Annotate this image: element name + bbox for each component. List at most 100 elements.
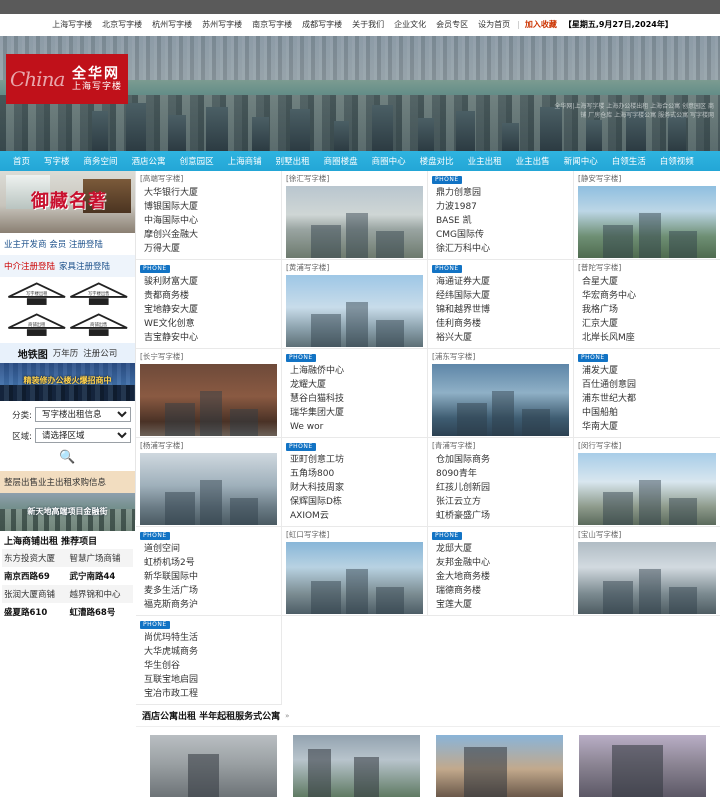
phone-badge-icon[interactable]: PHONE [286,443,316,451]
tool-calendar[interactable]: 万年历 [53,347,79,359]
building-link[interactable]: AXIOM云 [290,511,329,521]
toplink-beijing[interactable]: 北京写字楼 [102,19,142,30]
grid-cell-category-tag[interactable]: [高端写字楼] [140,174,183,183]
building-link[interactable]: 佳利商务楼 [436,319,481,329]
building-link[interactable]: 五角场800 [290,469,334,479]
building-photo[interactable] [286,186,423,258]
building-link[interactable]: 友邦金融中心 [436,558,490,568]
grid-cell-category-tag[interactable]: [浦东写字楼] [432,352,475,361]
building-link[interactable]: 财大科技周家 [290,483,344,493]
tool-metro-map[interactable]: 地铁图 [18,346,48,361]
promo-thumb-1[interactable] [150,735,277,797]
building-link[interactable]: BASE 凯 [436,216,472,226]
toplink-member[interactable]: 会员专区 [436,19,468,30]
building-link[interactable]: 百仕通创意园 [582,380,636,390]
building-photo[interactable] [578,186,716,258]
grid-cell-category-tag[interactable]: [普陀写字楼] [578,263,621,272]
building-link[interactable]: 吉宝静安中心 [144,333,198,343]
nav-item-video[interactable]: 白领视频 [653,155,701,167]
nav-item-villa[interactable]: 别墅出租 [269,155,317,167]
sidebar-promo-banner[interactable]: 精装修办公楼火爆招商中 [0,363,135,401]
sidebar-ad-banner[interactable]: 御藏名著 [0,171,135,233]
building-link[interactable]: 浦东世纪大都 [582,394,636,404]
building-link[interactable]: 海通证券大厦 [436,277,490,287]
building-link[interactable]: 裕兴大厦 [436,333,472,343]
building-link[interactable]: 8090青年 [436,469,477,479]
building-link[interactable]: 博银国际大厦 [144,202,198,212]
grid-cell-category-tag[interactable]: [黄浦写字楼] [286,263,329,272]
toplink-sethome[interactable]: 设为首页 [478,19,510,30]
shop-right-3[interactable]: 虹漕路68号 [68,606,134,618]
building-link[interactable]: 道创空间 [144,544,180,554]
building-photo[interactable] [286,275,423,347]
list-item[interactable]: 张润大厦商铺 越界锦和中心 [2,585,133,603]
building-link[interactable]: 金大地商务楼 [436,572,490,582]
owner-info-link[interactable]: 整层出售业主出租求购信息 [4,476,106,488]
shop-right-2[interactable]: 越界锦和中心 [68,588,134,600]
nav-item-shops[interactable]: 上海商铺 [221,155,269,167]
list-item[interactable]: 东方投资大厦 智慧广场商铺 [2,549,133,567]
building-link[interactable]: 上海融侨中心 [290,366,344,376]
promo-thumb-3[interactable] [436,735,563,797]
building-link[interactable]: 骏利财富大厦 [144,277,198,287]
nav-item-district[interactable]: 商圈楼盘 [317,155,365,167]
building-link[interactable]: 中国船舶 [582,408,618,418]
building-photo[interactable] [432,364,569,436]
building-link[interactable]: 宝莲大厦 [436,600,472,610]
building-link[interactable]: 亚町创意工坊 [290,455,344,465]
building-link[interactable]: 瑞德商务楼 [436,586,481,596]
toplink-culture[interactable]: 企业文化 [394,19,426,30]
promo-thumb-4[interactable] [579,735,706,797]
phone-badge-icon[interactable]: PHONE [286,354,316,362]
house-icon-shop-rent[interactable]: 商铺出租 [6,310,68,341]
building-link[interactable]: 浦发大厦 [582,366,618,376]
building-link[interactable]: 中海国际中心 [144,216,198,226]
building-photo[interactable] [578,453,716,525]
grid-cell-category-tag[interactable]: [杨浦写字楼] [140,441,183,450]
toplink-nanjing[interactable]: 南京写字楼 [252,19,292,30]
building-link[interactable]: 虹桥机场2号 [144,558,195,568]
building-photo[interactable] [286,542,423,614]
grid-cell-category-tag[interactable]: [静安写字楼] [578,174,621,183]
building-link[interactable]: 虹桥豪盛广场 [436,511,490,521]
building-link[interactable]: We wor [290,422,323,432]
category-select[interactable]: 写字楼出租信息 [35,407,131,422]
building-link[interactable]: 摩创兴金融大 [144,230,198,240]
building-photo[interactable] [140,364,277,436]
building-link[interactable]: 华宏商务中心 [582,291,636,301]
building-link[interactable]: 北岸长风M座 [582,333,635,343]
building-link[interactable]: 龙邸大厦 [436,544,472,554]
search-icon[interactable]: 🔍 [59,450,75,465]
toplink-suzhou[interactable]: 苏州写字楼 [202,19,242,30]
nav-item-center[interactable]: 商圈中心 [365,155,413,167]
building-link[interactable]: 宝地静安大厦 [144,305,198,315]
building-photo[interactable] [578,542,716,614]
building-link[interactable]: 麦多生活广场 [144,586,198,596]
nav-item-news[interactable]: 新闻中心 [557,155,605,167]
region-select[interactable]: 请选择区域 [35,428,131,443]
phone-badge-icon[interactable]: PHONE [140,532,170,540]
toplink-shanghai[interactable]: 上海写字楼 [52,19,92,30]
grid-cell-category-tag[interactable]: [闵行写字楼] [578,441,621,450]
nav-item-owner-rent[interactable]: 业主出租 [461,155,509,167]
nav-item-life[interactable]: 白领生活 [605,155,653,167]
toplink-chengdu[interactable]: 成都写字楼 [302,19,342,30]
toplink-hangzhou[interactable]: 杭州写字楼 [152,19,192,30]
building-link[interactable]: 徐汇万科中心 [436,244,490,254]
shop-left-2[interactable]: 张润大厦商铺 [2,588,68,600]
building-link[interactable]: 大华虎城商务 [144,647,198,657]
building-link[interactable]: 龙耀大厦 [290,380,326,390]
shop-left-0[interactable]: 东方投资大厦 [2,552,68,564]
building-link[interactable]: 红孩儿创新园 [436,483,490,493]
building-link[interactable]: CMG国际传 [436,230,484,240]
building-link[interactable]: 锦和越界世博 [436,305,490,315]
phone-badge-icon[interactable]: PHONE [432,532,462,540]
agent-register-link[interactable]: 中介注册登陆 [4,260,55,272]
phone-badge-icon[interactable]: PHONE [432,176,462,184]
grid-cell-category-tag[interactable]: [长宁写字楼] [140,352,183,361]
shop-left-1[interactable]: 南京西路69 [2,570,68,582]
building-link[interactable]: 新华联国际中 [144,572,198,582]
sidebar-secondary-banner[interactable]: 新天地高端项目金融街 [0,493,135,531]
house-icon-office-rent[interactable]: 写字楼出租 [6,279,68,310]
shop-right-0[interactable]: 智慧广场商铺 [68,552,134,564]
